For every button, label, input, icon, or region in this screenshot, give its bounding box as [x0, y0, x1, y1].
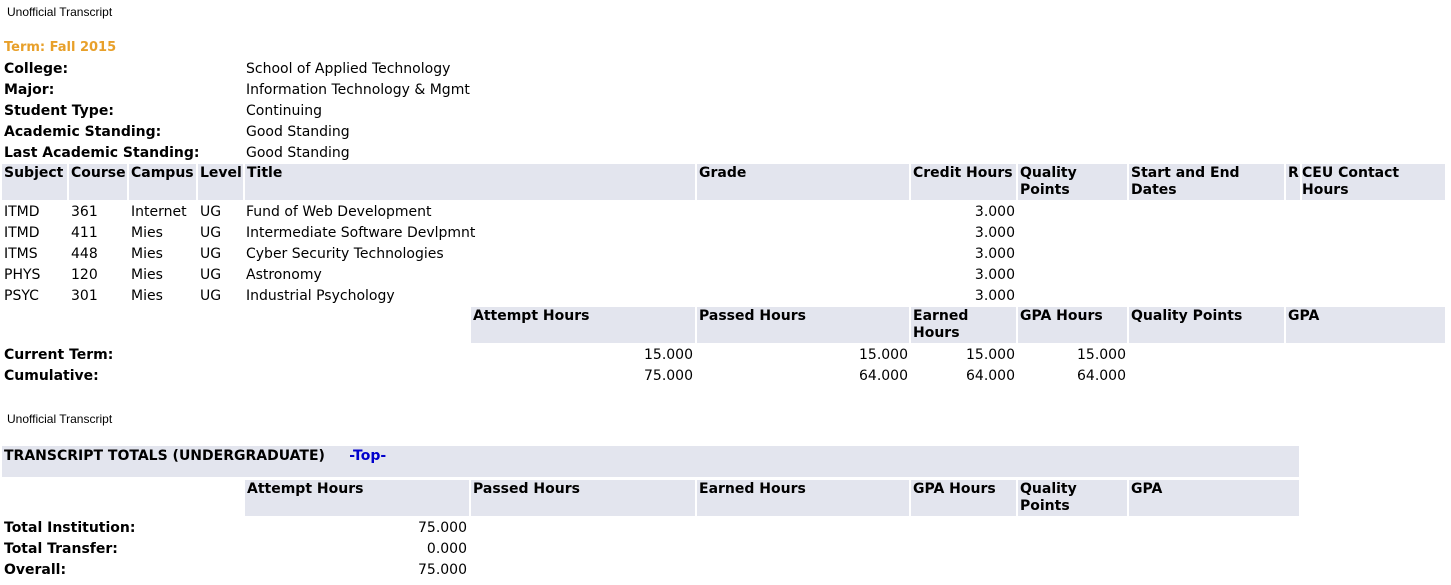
row-title: Astronomy	[246, 267, 322, 283]
page-caption: Unofficial Transcript	[7, 5, 113, 19]
cumulative-gpa-hours: 64.000	[1077, 368, 1126, 384]
row-subject: ITMS	[4, 246, 38, 262]
transcript-header-attempt-hours: Attempt Hours	[245, 480, 469, 516]
college-label: College:	[4, 61, 69, 77]
total-transfer-attempt: 0.000	[426, 541, 467, 557]
totals-header-gpa-hours: GPA Hours	[1018, 307, 1127, 343]
row-title: Fund of Web Development	[246, 204, 432, 220]
row-subject: PSYC	[4, 288, 39, 304]
cumulative-label: Cumulative:	[4, 368, 99, 384]
header-quality-points: Quality Points	[1018, 164, 1127, 200]
header-credit-hours: Credit Hours	[911, 164, 1016, 200]
total-transfer-label: Total Transfer:	[4, 541, 118, 557]
row-credit-hours: 3.000	[974, 246, 1015, 262]
row-course: 120	[71, 267, 98, 283]
page-caption: Unofficial Transcript	[7, 412, 113, 426]
total-institution-label: Total Institution:	[4, 520, 136, 536]
term-title: Term: Fall 2015	[4, 40, 117, 55]
header-ceu-contact-hours: CEU Contact Hours	[1302, 164, 1445, 200]
transcript-totals-bar: TRANSCRIPT TOTALS (UNDERGRADUATE) -Top-	[2, 446, 1299, 477]
transcript-header-passed-hours: Passed Hours	[471, 480, 695, 516]
row-course: 361	[71, 204, 98, 220]
totals-header-passed-hours: Passed Hours	[697, 307, 909, 343]
totals-header-attempt-hours: Attempt Hours	[471, 307, 695, 343]
row-level: UG	[200, 288, 222, 304]
row-course: 301	[71, 288, 98, 304]
row-campus: Mies	[131, 225, 163, 241]
student-type-value: Continuing	[246, 103, 322, 119]
row-title: Intermediate Software Devlpmnt	[246, 225, 476, 241]
current-term-label: Current Term:	[4, 347, 114, 363]
header-course: Course	[69, 164, 127, 200]
header-grade: Grade	[697, 164, 909, 200]
totals-header-quality-points: Quality Points	[1129, 307, 1284, 343]
transcript-totals-title: TRANSCRIPT TOTALS (UNDERGRADUATE) -Top-	[4, 448, 387, 464]
row-credit-hours: 3.000	[974, 225, 1015, 241]
header-start-end-dates: Start and End Dates	[1129, 164, 1284, 200]
row-credit-hours: 3.000	[974, 288, 1015, 304]
row-subject: ITMD	[4, 225, 40, 241]
academic-standing-label: Academic Standing:	[4, 124, 162, 140]
row-campus: Internet	[131, 204, 187, 220]
row-campus: Mies	[131, 288, 163, 304]
header-level: Level	[198, 164, 243, 200]
row-campus: Mies	[131, 246, 163, 262]
transcript-header-gpa: GPA	[1129, 480, 1299, 516]
header-subject: Subject	[2, 164, 67, 200]
cumulative-earned: 64.000	[966, 368, 1015, 384]
row-level: UG	[200, 204, 222, 220]
student-type-label: Student Type:	[4, 103, 114, 119]
row-title: Cyber Security Technologies	[246, 246, 444, 262]
academic-standing-value: Good Standing	[246, 124, 350, 140]
row-course: 448	[71, 246, 98, 262]
row-subject: ITMD	[4, 204, 40, 220]
current-term-passed: 15.000	[859, 347, 908, 363]
total-institution-attempt: 75.000	[418, 520, 467, 536]
current-term-attempt: 15.000	[644, 347, 693, 363]
major-label: Major:	[4, 82, 55, 98]
totals-header-earned-hours: Earned Hours	[911, 307, 1016, 343]
row-title: Industrial Psychology	[246, 288, 395, 304]
row-level: UG	[200, 267, 222, 283]
row-subject: PHYS	[4, 267, 41, 283]
row-level: UG	[200, 246, 222, 262]
current-term-gpa-hours: 15.000	[1077, 347, 1126, 363]
top-link[interactable]: -Top-	[349, 448, 386, 464]
row-campus: Mies	[131, 267, 163, 283]
header-r: R	[1286, 164, 1300, 200]
last-academic-standing-value: Good Standing	[246, 145, 350, 161]
transcript-header-earned-hours: Earned Hours	[697, 480, 909, 516]
overall-attempt: 75.000	[418, 562, 467, 578]
transcript-header-quality-points: Quality Points	[1018, 480, 1127, 516]
header-campus: Campus	[129, 164, 196, 200]
header-title: Title	[245, 164, 695, 200]
row-credit-hours: 3.000	[974, 204, 1015, 220]
cumulative-passed: 64.000	[859, 368, 908, 384]
current-term-earned: 15.000	[966, 347, 1015, 363]
last-academic-standing-label: Last Academic Standing:	[4, 145, 200, 161]
overall-label: Overall:	[4, 562, 67, 578]
college-value: School of Applied Technology	[246, 61, 451, 77]
row-course: 411	[71, 225, 98, 241]
row-level: UG	[200, 225, 222, 241]
cumulative-attempt: 75.000	[644, 368, 693, 384]
major-value: Information Technology & Mgmt	[246, 82, 470, 98]
transcript-header-gpa-hours: GPA Hours	[911, 480, 1016, 516]
row-credit-hours: 3.000	[974, 267, 1015, 283]
totals-header-gpa: GPA	[1286, 307, 1445, 343]
